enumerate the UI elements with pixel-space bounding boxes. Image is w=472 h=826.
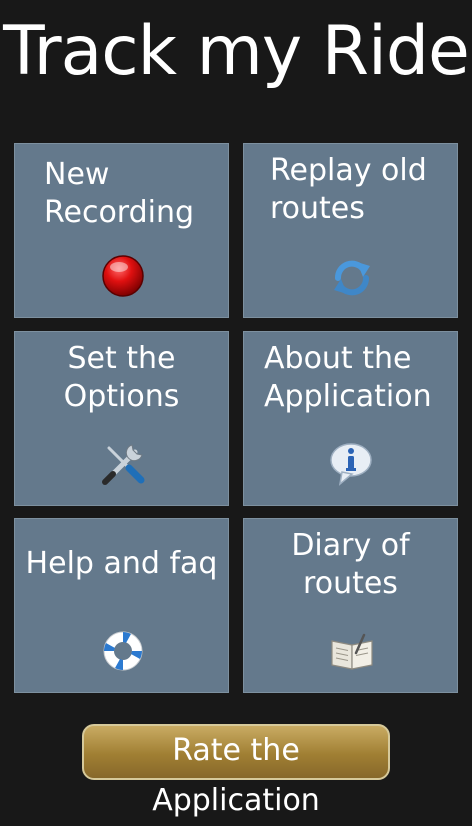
lifebuoy-icon xyxy=(103,631,143,671)
help-and-faq-button[interactable]: Help and faq xyxy=(14,518,229,693)
help-and-faq-label: Help and faq xyxy=(25,546,218,581)
record-icon xyxy=(102,255,144,297)
new-recording-label: New Recording xyxy=(44,157,195,230)
new-recording-button[interactable]: New Recording xyxy=(14,143,229,318)
tools-icon xyxy=(102,444,145,485)
diary-of-routes-label: Diary of routes xyxy=(291,528,410,601)
refresh-icon xyxy=(334,260,370,296)
about-application-button[interactable]: About the Application xyxy=(243,331,458,506)
replay-old-routes-button[interactable]: Replay old routes xyxy=(243,143,458,318)
set-options-label: Set the Options xyxy=(63,341,180,414)
diary-of-routes-button[interactable]: Diary of routes xyxy=(243,518,458,693)
replay-old-routes-label: Replay old routes xyxy=(270,153,427,226)
info-icon xyxy=(330,443,372,486)
rate-application-button[interactable]: Rate the Application xyxy=(82,724,390,818)
set-options-button[interactable]: Set the Options xyxy=(14,331,229,506)
app-title: Track my Ride xyxy=(3,12,470,91)
book-icon xyxy=(331,633,373,670)
about-application-label: About the Application xyxy=(264,341,432,414)
